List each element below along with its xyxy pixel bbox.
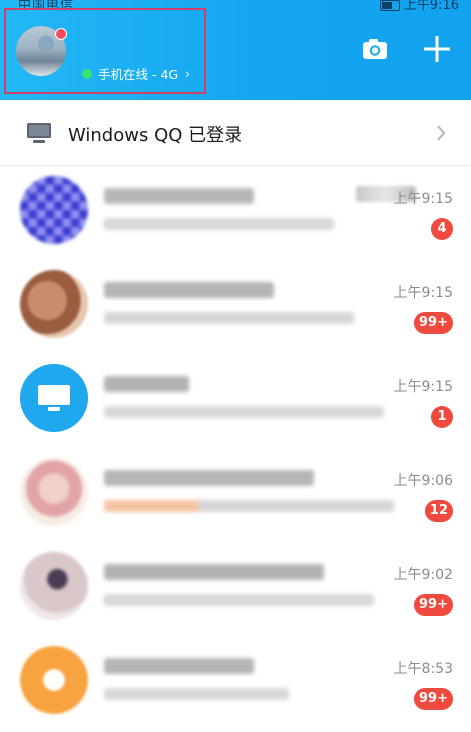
unread-badge: 99+: [414, 312, 453, 334]
chat-time: 上午9:15: [393, 379, 453, 395]
profile-highlight-box[interactable]: 手机在线 - 4G ›: [4, 8, 206, 94]
contact-name: [104, 376, 189, 392]
unread-badge: 1: [431, 406, 453, 428]
chat-list: 上午9:15 4 上午9:15 99+ 上午9:15 1 上午9:06 12 上…: [0, 166, 471, 730]
online-status[interactable]: 手机在线 - 4G ›: [82, 64, 190, 83]
chevron-right-icon: ›: [185, 66, 190, 81]
contact-name: [104, 564, 324, 580]
unread-badge: 12: [424, 500, 453, 522]
contact-name: [104, 188, 254, 204]
chat-time: 上午8:53: [393, 661, 453, 677]
avatar: [20, 364, 88, 432]
contact-name: [104, 658, 254, 674]
app-header: 中国电信 上午9:16 手机在线 - 4G ›: [0, 0, 471, 100]
message-preview: [104, 500, 394, 512]
contact-name: [104, 282, 274, 298]
camera-icon[interactable]: [362, 38, 388, 60]
chevron-right-icon: [437, 125, 446, 141]
unread-badge: 99+: [414, 688, 453, 710]
unread-badge: 4: [431, 218, 453, 240]
contact-name: [104, 470, 314, 486]
unread-badge: 99+: [414, 594, 453, 616]
list-item[interactable]: 上午9:15 1: [0, 354, 471, 448]
online-indicator-icon: [82, 68, 92, 79]
avatar: [20, 458, 88, 526]
list-item[interactable]: 上午9:06 12: [0, 448, 471, 542]
message-preview: [104, 594, 374, 606]
message-preview: [104, 312, 354, 324]
avatar: [20, 176, 88, 244]
message-preview: [104, 688, 289, 700]
list-item[interactable]: 上午9:15 4: [0, 166, 471, 260]
list-item[interactable]: 上午8:53 99+: [0, 636, 471, 730]
chat-time: 上午9:02: [393, 567, 453, 583]
list-item[interactable]: 上午9:15 99+: [0, 260, 471, 354]
chat-time: 上午9:15: [393, 285, 453, 301]
chat-time: 上午9:06: [393, 473, 453, 489]
battery-icon: [379, 0, 400, 11]
computer-icon: [38, 385, 70, 411]
avatar: [20, 646, 88, 714]
message-preview: [104, 218, 334, 230]
avatar: [20, 270, 88, 338]
status-time: 上午9:16: [403, 0, 459, 12]
avatar[interactable]: [16, 26, 67, 76]
chat-time: 上午9:15: [393, 191, 453, 207]
plus-icon[interactable]: [424, 36, 450, 62]
computer-icon: [27, 123, 51, 143]
list-item[interactable]: 上午9:02 99+: [0, 542, 471, 636]
online-status-label: 手机在线 - 4G: [98, 67, 179, 82]
notification-dot: [55, 28, 67, 40]
device-login-row[interactable]: Windows QQ 已登录: [0, 100, 471, 166]
device-login-label: Windows QQ 已登录: [68, 125, 243, 146]
avatar: [20, 552, 88, 620]
message-preview: [104, 406, 384, 418]
